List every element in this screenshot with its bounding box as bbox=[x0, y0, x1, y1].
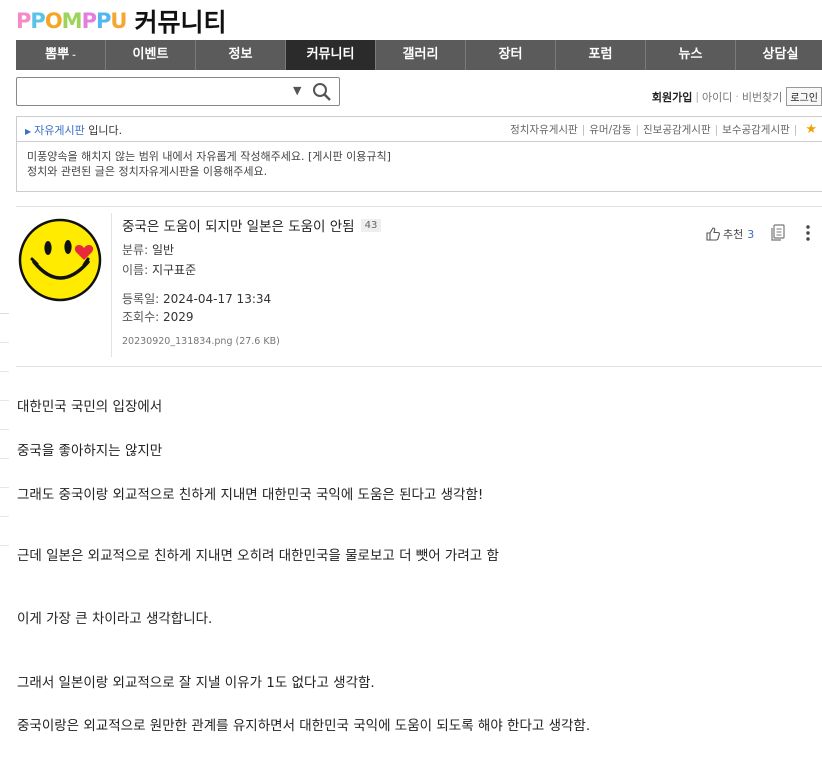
logo-letter: P bbox=[16, 9, 31, 33]
related-board-link[interactable]: 보수공감게시판 bbox=[722, 122, 790, 137]
nav-item-label: 포럼 bbox=[588, 47, 613, 62]
author-label: 이름: bbox=[122, 263, 149, 277]
related-board-link[interactable]: 진보공감게시판 bbox=[643, 122, 711, 137]
body-paragraph: 중국이랑은 외교적으로 원만한 관계를 유지하면서 대한민국 국익에 도움이 되… bbox=[17, 718, 591, 734]
current-board-link[interactable]: 자유게시판 bbox=[34, 124, 85, 137]
logo-letter: U bbox=[110, 9, 127, 33]
body-paragraph: 중국을 좋아하지는 않지만 bbox=[17, 443, 163, 459]
nav-item[interactable]: 장터 bbox=[466, 40, 556, 70]
logo-letter: P bbox=[95, 9, 111, 33]
board-section-title: 커뮤니티 bbox=[134, 8, 227, 37]
nav-item[interactable]: 포럼 bbox=[556, 40, 646, 70]
login-button[interactable]: 로그인 bbox=[786, 87, 822, 106]
logo-letter: P bbox=[30, 9, 45, 33]
related-board-link[interactable]: 정치자유게시판 bbox=[510, 122, 578, 137]
find-password-link[interactable]: 비번찾기 bbox=[742, 89, 782, 105]
related-board-link[interactable]: 유머/감동 bbox=[589, 122, 631, 137]
post-title: 중국은 도움이 되지만 일본은 도움이 안됨 43 bbox=[122, 215, 382, 235]
nav-item[interactable]: 상담실 bbox=[736, 40, 822, 70]
find-id-link[interactable]: 아이디 bbox=[702, 89, 732, 105]
current-board-suffix: 입니다. bbox=[88, 124, 123, 137]
separator: | bbox=[793, 123, 798, 136]
divider bbox=[16, 366, 822, 367]
left-side-panel-edge bbox=[0, 313, 9, 554]
recommend-button[interactable]: 추천 3 bbox=[706, 226, 754, 242]
more-options-icon[interactable] bbox=[803, 224, 813, 242]
star-icon[interactable]: ★ bbox=[805, 122, 817, 137]
logo-letter: M bbox=[61, 9, 83, 33]
views-label: 조회수: bbox=[122, 310, 160, 324]
category-value: 일반 bbox=[151, 243, 175, 257]
body-paragraph: 근데 일본은 외교적으로 친하게 지내면 오히려 대한민국을 물로보고 더 뺏어… bbox=[17, 548, 499, 564]
search-icon[interactable] bbox=[311, 81, 333, 103]
logo-letter: P bbox=[81, 9, 97, 33]
nav-item[interactable]: 뽐뿌 - bbox=[16, 40, 106, 70]
post-author: 이름: 지구표준 bbox=[122, 261, 196, 278]
recommend-label: 추천 bbox=[723, 228, 744, 241]
post-title-text: 중국은 도움이 되지만 일본은 도움이 안됨 bbox=[122, 219, 355, 235]
notice-line: 미풍양속을 해치지 않는 범위 내에서 자유롭게 작성해주세요. [게시판 이용… bbox=[27, 150, 391, 163]
post-views: 조회수: 2029 bbox=[122, 308, 194, 325]
board-notice: 미풍양속을 해치지 않는 범위 내에서 자유롭게 작성해주세요. [게시판 이용… bbox=[16, 141, 822, 192]
nav-item[interactable]: 뉴스 bbox=[646, 40, 736, 70]
main-nav: 뽐뿌 - 이벤트 정보 커뮤니티 갤러리 장터 포럼 뉴스 상담실 bbox=[16, 40, 822, 70]
nav-caret: - bbox=[72, 51, 76, 61]
author-name[interactable]: 지구표준 bbox=[152, 263, 196, 277]
views-value: 2029 bbox=[163, 310, 194, 324]
post-category: 분류: 일반 bbox=[122, 241, 174, 258]
body-paragraph: 그래서 일본이랑 외교적으로 잘 지낼 이유가 1도 없다고 생각함. bbox=[17, 675, 375, 691]
post-head-separator bbox=[111, 213, 112, 357]
signup-link[interactable]: 회원가입 bbox=[652, 89, 692, 105]
date-label: 등록일: bbox=[122, 292, 160, 306]
attachment-link[interactable]: 20230920_131834.png (27.6 KB) bbox=[122, 336, 280, 347]
nav-item[interactable]: 정보 bbox=[196, 40, 286, 70]
divider bbox=[16, 206, 822, 207]
separator: | bbox=[714, 123, 719, 136]
date-value: 2024-04-17 13:34 bbox=[163, 292, 272, 306]
nav-item[interactable]: 이벤트 bbox=[106, 40, 196, 70]
auth-links: 회원가입 | 아이디 · 비번찾기 로그인 bbox=[652, 87, 822, 106]
category-label: 분류: bbox=[122, 243, 149, 257]
site-header: PPOMPPU 커뮤니티 bbox=[16, 4, 226, 38]
nav-item-label: 정보 bbox=[228, 47, 253, 62]
nav-item-label: 상담실 bbox=[762, 47, 799, 62]
nav-item-label: 커뮤니티 bbox=[306, 47, 355, 62]
caret-down-icon[interactable]: ▼ bbox=[293, 84, 301, 97]
triangle-right-icon: ▶ bbox=[25, 127, 32, 136]
separator: | bbox=[695, 90, 700, 103]
nav-item-label: 이벤트 bbox=[132, 47, 169, 62]
body-paragraph: 대한민국 국민의 입장에서 bbox=[17, 399, 163, 415]
body-paragraph: 그래도 중국이랑 외교적으로 친하게 지내면 대한민국 국익에 도움은 된다고 … bbox=[17, 487, 484, 503]
board-location-bar: ▶ 자유게시판 입니다. 정치자유게시판 | 유머/감동 | 진보공감게시판 | 보수공감게시… bbox=[16, 116, 822, 142]
separator: | bbox=[581, 123, 586, 136]
related-boards: 정치자유게시판 | 유머/감동 | 진보공감게시판 | 보수공감게시판 | ★ bbox=[510, 122, 817, 137]
current-board: ▶ 자유게시판 입니다. bbox=[25, 122, 122, 138]
nav-item-label: 뉴스 bbox=[678, 47, 703, 62]
site-logo[interactable]: PPOMPPU bbox=[16, 9, 127, 33]
smiley-avatar bbox=[18, 218, 102, 302]
copy-document-icon[interactable] bbox=[770, 224, 786, 242]
body-paragraph: 이게 가장 큰 차이라고 생각합니다. bbox=[17, 611, 213, 627]
separator: · bbox=[735, 90, 739, 103]
separator: | bbox=[635, 123, 639, 136]
post-date: 등록일: 2024-04-17 13:34 bbox=[122, 290, 271, 307]
nav-item-label: 갤러리 bbox=[402, 47, 439, 62]
comment-count-badge[interactable]: 43 bbox=[360, 218, 382, 232]
nav-item-label: 뽐뿌 bbox=[45, 47, 70, 62]
recommend-count: 3 bbox=[747, 227, 755, 241]
nav-item[interactable]: 갤러리 bbox=[376, 40, 466, 70]
logo-letter: O bbox=[44, 9, 63, 33]
notice-line: 정치와 관련된 글은 정치자유게시판을 이용해주세요. bbox=[27, 165, 268, 178]
thumbs-up-icon bbox=[706, 227, 720, 241]
search-box: ▼ bbox=[16, 77, 340, 106]
nav-item-label: 장터 bbox=[498, 47, 523, 62]
nav-item[interactable]: 커뮤니티 bbox=[286, 40, 376, 70]
search-input[interactable] bbox=[21, 81, 285, 103]
